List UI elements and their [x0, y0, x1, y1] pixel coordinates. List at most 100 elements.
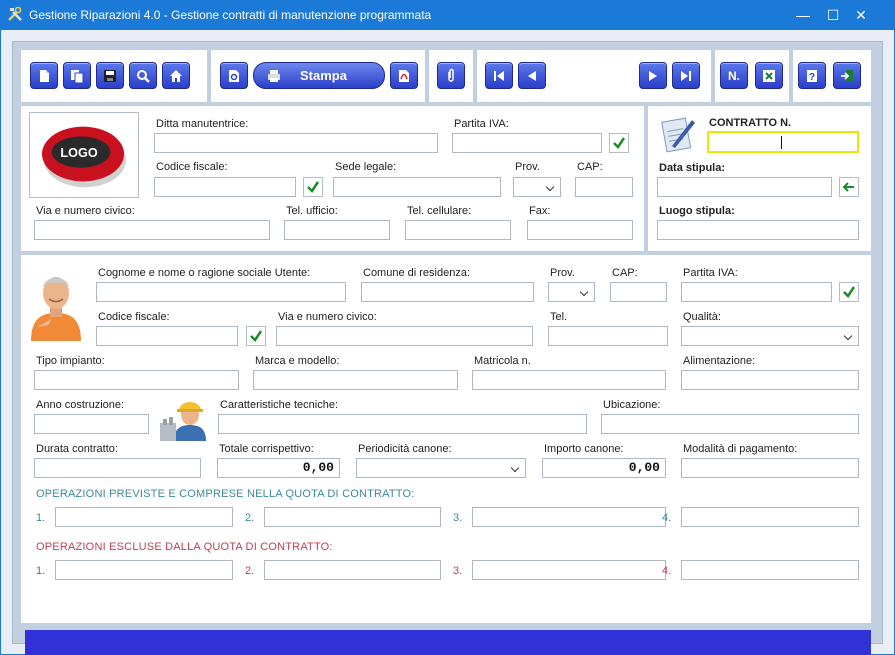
verify-piva-button[interactable] — [609, 133, 629, 153]
user-name-input[interactable] — [96, 282, 346, 302]
included-op-1-number: 1. — [36, 512, 46, 524]
ubicazione-input[interactable] — [601, 414, 859, 434]
arrow-left-icon — [842, 182, 854, 192]
save-button[interactable] — [96, 62, 124, 89]
included-operations-title: OPERAZIONI PREVISTE E COMPRESE NELLA QUO… — [36, 488, 415, 500]
maintainer-cf-input[interactable] — [154, 177, 296, 197]
help-button[interactable]: ? — [798, 62, 826, 89]
ditta-input[interactable] — [154, 133, 438, 153]
technician-icon — [160, 402, 206, 441]
fax-label: Fax: — [529, 205, 551, 217]
comune-label: Comune di residenza: — [363, 267, 471, 279]
sede-input[interactable] — [333, 177, 501, 197]
customer-avatar-icon — [31, 277, 81, 341]
excluded-operations-title: OPERAZIONI ESCLUSE DALLA QUOTA DI CONTRA… — [36, 541, 333, 553]
caratteristiche-input[interactable] — [218, 414, 587, 434]
marca-input[interactable] — [253, 370, 458, 390]
insert-date-button[interactable] — [839, 177, 859, 197]
alimentazione-input[interactable] — [681, 370, 859, 390]
marca-label: Marca e modello: — [255, 355, 340, 367]
help-glyph: ? — [809, 72, 815, 83]
excluded-op-3-input[interactable] — [472, 560, 666, 580]
totale-input[interactable]: 0,00 — [217, 458, 340, 478]
export-pdf-button[interactable] — [390, 62, 418, 89]
search-button[interactable] — [129, 62, 157, 89]
verify-user-piva-button[interactable] — [839, 282, 859, 302]
user-piva-label: Partita IVA: — [683, 267, 738, 279]
copy-record-button[interactable] — [63, 62, 91, 89]
first-icon — [494, 70, 504, 81]
last-icon — [681, 70, 691, 81]
user-name-label: Cognome e nome o ragione sociale Utente: — [98, 267, 311, 279]
durata-label: Durata contratto: — [36, 443, 118, 455]
toolbar-group-records — [21, 50, 207, 102]
close-button[interactable]: ✕ — [838, 0, 884, 30]
checkmark-icon — [307, 181, 320, 193]
tipo-impianto-input[interactable] — [34, 370, 239, 390]
maintainer-cap-input[interactable] — [575, 177, 633, 197]
user-cf-input[interactable] — [96, 326, 238, 346]
maintainer-panel: LOGO Ditta manutentrice: Partita IVA: Co… — [21, 106, 644, 251]
excluded-op-1-number: 1. — [36, 565, 46, 577]
maintainer-via-input[interactable] — [34, 220, 270, 240]
anno-input[interactable] — [34, 414, 149, 434]
excluded-op-4-number: 4. — [662, 565, 672, 577]
included-op-3-input[interactable] — [472, 507, 666, 527]
logo-text: LOGO — [60, 146, 97, 160]
included-op-2-number: 2. — [245, 512, 255, 524]
print-button[interactable]: Stampa — [253, 62, 385, 89]
user-piva-input[interactable] — [681, 282, 832, 302]
maintainer-via-label: Via e numero civico: — [36, 205, 135, 217]
modalita-input[interactable] — [681, 458, 859, 478]
qualita-select[interactable] — [681, 326, 859, 346]
excluded-op-1-input[interactable] — [55, 560, 233, 580]
excluded-op-4-input[interactable] — [681, 560, 859, 580]
verify-user-cf-button[interactable] — [246, 326, 266, 346]
maintainer-prov-select[interactable] — [513, 177, 561, 197]
window-title: Gestione Riparazioni 4.0 - Gestione cont… — [29, 8, 432, 22]
luogo-stipula-input[interactable] — [657, 220, 859, 240]
tipo-impianto-label: Tipo impianto: — [36, 355, 105, 367]
tel-ufficio-input[interactable] — [284, 220, 390, 240]
print-preview-button[interactable] — [220, 62, 248, 89]
verify-cf-button[interactable] — [303, 177, 323, 197]
periodicita-label: Periodicità canone: — [358, 443, 452, 455]
comune-input[interactable] — [361, 282, 534, 302]
contract-number-label: CONTRATTO N. — [709, 117, 792, 129]
durata-input[interactable] — [34, 458, 201, 478]
new-record-button[interactable] — [30, 62, 58, 89]
contract-number-input[interactable] — [707, 131, 859, 153]
first-record-button[interactable] — [485, 62, 513, 89]
user-tel-input[interactable] — [548, 326, 668, 346]
number-button[interactable]: N. — [720, 62, 748, 89]
user-cap-label: CAP: — [612, 267, 638, 279]
sede-label: Sede legale: — [335, 161, 397, 173]
included-op-3-number: 3. — [453, 512, 463, 524]
user-via-input[interactable] — [276, 326, 533, 346]
maintainer-piva-input[interactable] — [452, 133, 602, 153]
user-cf-label: Codice fiscale: — [98, 311, 170, 323]
included-op-4-input[interactable] — [681, 507, 859, 527]
last-record-button[interactable] — [672, 62, 700, 89]
exit-button[interactable] — [833, 62, 861, 89]
home-button[interactable] — [162, 62, 190, 89]
importo-input[interactable]: 0,00 — [542, 458, 666, 478]
fax-input[interactable] — [527, 220, 633, 240]
data-stipula-input[interactable] — [657, 177, 832, 197]
help-icon: ? — [807, 69, 817, 83]
included-op-4-number: 4. — [662, 512, 672, 524]
matricola-input[interactable] — [472, 370, 666, 390]
tel-cellulare-input[interactable] — [405, 220, 511, 240]
next-record-button[interactable] — [639, 62, 667, 89]
user-cap-input[interactable] — [610, 282, 667, 302]
export-excel-button[interactable] — [755, 62, 783, 89]
user-prov-select[interactable] — [548, 282, 595, 302]
included-op-2-input[interactable] — [264, 507, 441, 527]
attachment-button[interactable] — [437, 62, 465, 89]
caratteristiche-label: Caratteristiche tecniche: — [220, 399, 338, 411]
periodicita-select[interactable] — [356, 458, 526, 478]
included-op-1-input[interactable] — [55, 507, 233, 527]
previous-record-button[interactable] — [518, 62, 546, 89]
excluded-op-2-input[interactable] — [264, 560, 441, 580]
excel-icon — [763, 69, 775, 82]
